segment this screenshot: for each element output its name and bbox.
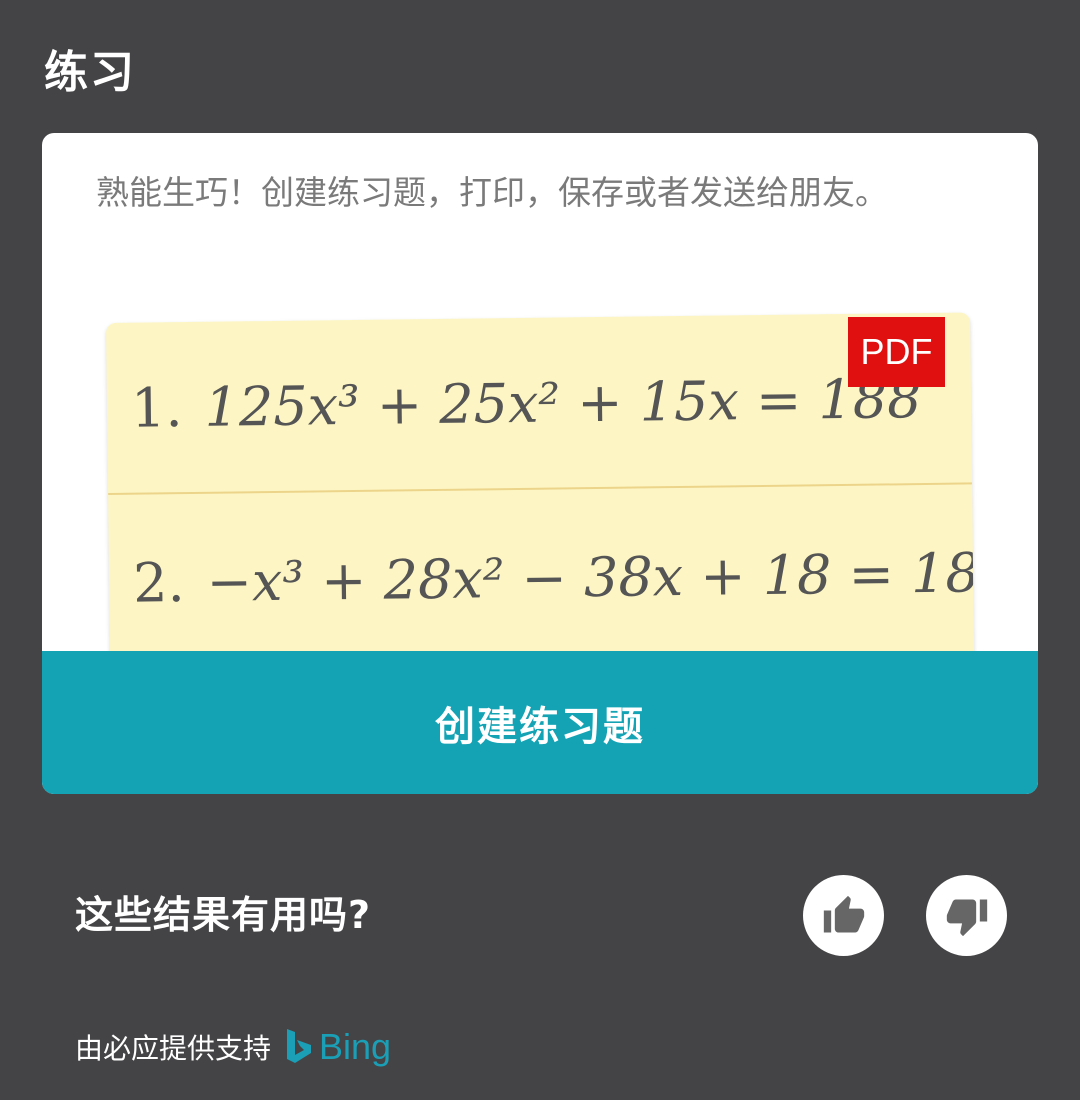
thumbs-down-button[interactable] (926, 875, 1007, 956)
problem-number: 1. (130, 375, 183, 440)
problem-equation: −x³ + 28x² − 38x + 18 = 18 (206, 540, 975, 614)
create-practice-button[interactable]: 创建练习题 (42, 651, 1038, 794)
powered-by-text: 由必应提供支持 (75, 1032, 272, 1065)
pdf-badge: PDF (848, 317, 945, 387)
powered-by-footer: 由必应提供支持 Bing (75, 1022, 391, 1072)
bing-wordmark: Bing (319, 1026, 392, 1067)
thumbs-up-button[interactable] (803, 875, 884, 956)
worksheet-preview[interactable]: 1. 125x³ + 25x² + 15x = 188 2. −x³ + 28x… (106, 312, 975, 703)
thumbs-up-icon (823, 895, 864, 932)
problem-row: 1. 125x³ + 25x² + 15x = 188 (106, 312, 973, 495)
problem-equation: 125x³ + 25x² + 15x = 188 (204, 366, 922, 439)
section-title: 练习 (44, 47, 136, 98)
practice-card: 熟能生巧！创建练习题，打印，保存或者发送给朋友。 1. 125x³ + 25x²… (42, 133, 1038, 794)
thumbs-down-icon (946, 899, 987, 936)
practice-description: 熟能生巧！创建练习题，打印，保存或者发送给朋友。 (96, 173, 888, 212)
bing-logo[interactable]: Bing (285, 1026, 391, 1068)
problem-number: 2. (132, 550, 186, 615)
bing-logo-icon (287, 1029, 312, 1063)
problem-row: 2. −x³ + 28x² − 38x + 18 = 18 (108, 486, 974, 669)
feedback-question: 这些结果有用吗? (75, 893, 372, 937)
